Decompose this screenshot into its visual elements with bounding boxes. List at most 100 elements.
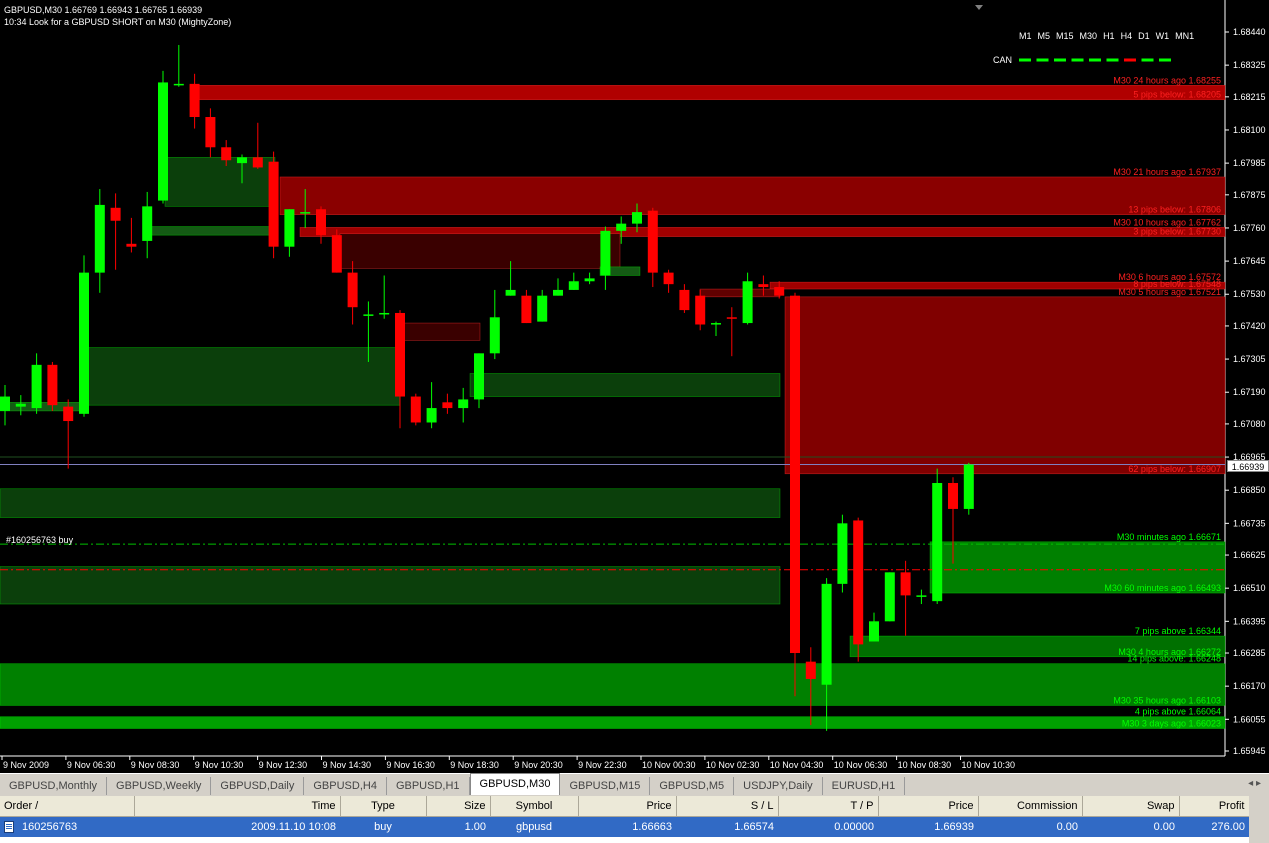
- tab-gbpusd-weekly[interactable]: GBPUSD,Weekly: [107, 777, 212, 795]
- candle-body: [869, 621, 879, 642]
- order-row[interactable]: 160256763 2009.11.10 10:08 buy 1.00 gbpusd 1.…: [0, 816, 1249, 837]
- tab-gbpusd-m5[interactable]: GBPUSD,M5: [650, 777, 735, 795]
- candle: [0, 385, 10, 426]
- candle: [489, 289, 500, 360]
- candle: [916, 589, 927, 605]
- candle: [94, 189, 105, 293]
- candle-body: [600, 230, 611, 276]
- zone-label-red: 5 pips below: 1.68205: [1133, 90, 1221, 100]
- candle-body: [379, 312, 390, 315]
- column-header[interactable]: Swap: [1082, 796, 1180, 817]
- column-header[interactable]: Price: [878, 796, 979, 817]
- price-tick-label: 1.67985: [1233, 158, 1266, 168]
- zone-label-green: 7 pips above 1.66344: [1135, 626, 1221, 636]
- price-tick-label: 1.67530: [1233, 289, 1266, 299]
- order-cell: 2009.11.10 10:08: [134, 816, 340, 837]
- candle-body: [331, 235, 342, 273]
- supply-zone-3: [339, 233, 621, 269]
- candle: [853, 517, 864, 662]
- order-cell: 0.00: [978, 816, 1082, 837]
- candle-body: [268, 161, 279, 247]
- candle: [15, 395, 26, 416]
- zone-label-green: 14 pips above: 1.66248: [1127, 654, 1221, 664]
- candle: [963, 462, 974, 515]
- tab-gbpusd-monthly[interactable]: GBPUSD,Monthly: [0, 777, 108, 795]
- candle-body: [963, 464, 974, 509]
- price-tick-label: 1.68440: [1233, 27, 1266, 37]
- supply-zone-7: [784, 296, 1226, 475]
- tab-gbpusd-m15[interactable]: GBPUSD,M15: [560, 777, 651, 795]
- column-header[interactable]: Price: [578, 796, 677, 817]
- candle: [584, 272, 595, 285]
- candle-body: [679, 289, 690, 311]
- demand-zone-7: [0, 566, 781, 605]
- zone-label-green: M30 35 hours ago 1.66103: [1113, 695, 1221, 705]
- candle-body: [790, 295, 800, 654]
- timeframe-label-m30: M30: [1079, 31, 1098, 41]
- tab-gbpusd-daily[interactable]: GBPUSD,Daily: [211, 777, 305, 795]
- candle-body: [932, 482, 943, 602]
- tab-usdjpy-daily[interactable]: USDJPY,Daily: [734, 777, 823, 795]
- order-cell: 1.66574: [676, 816, 778, 837]
- price-tick-label: 1.66735: [1233, 518, 1266, 528]
- candle-body: [300, 212, 311, 214]
- column-header[interactable]: S / L: [676, 796, 779, 817]
- column-header[interactable]: Profit: [1179, 796, 1250, 817]
- candle: [600, 226, 611, 290]
- candle: [331, 229, 342, 273]
- time-tick-label: 9 Nov 22:30: [578, 760, 627, 770]
- tab-eurusd-h1[interactable]: EURUSD,H1: [823, 777, 906, 795]
- column-header[interactable]: Type: [340, 796, 427, 817]
- chart-canvas[interactable]: M30 24 hours ago 1.68255 5 pips below: 1.…: [0, 0, 1269, 773]
- orders-table: Order / Time Type Size Symbol Price S / LT / P…: [0, 796, 1250, 837]
- tab-gbpusd-h4[interactable]: GBPUSD,H4: [304, 777, 387, 795]
- tab-gbpusd-h1[interactable]: GBPUSD,H1: [387, 777, 470, 795]
- terminal-scrollbar[interactable]: [1249, 796, 1269, 843]
- tab-scroll-arrows[interactable]: ◂ ▸: [1248, 778, 1261, 789]
- candle: [553, 278, 563, 296]
- order-cell: 0.00: [1082, 816, 1179, 837]
- column-header[interactable]: Order /: [0, 796, 135, 817]
- timeframe-label-h1: H1: [1103, 31, 1115, 41]
- price-tick-label: 1.66395: [1233, 616, 1266, 626]
- order-line-label: #160256763 buy: [6, 535, 74, 545]
- price-tick-label: 1.66850: [1233, 485, 1266, 495]
- candle: [900, 560, 911, 636]
- candle-body: [663, 272, 674, 285]
- candle: [347, 261, 358, 325]
- demand-zone-11: [0, 716, 1226, 729]
- price-tick-label: 1.67645: [1233, 256, 1266, 266]
- order-cell: 276.00: [1179, 816, 1249, 837]
- tab-gbpusd-m30[interactable]: GBPUSD,M30: [469, 773, 561, 795]
- column-header[interactable]: Commission: [978, 796, 1083, 817]
- candle-body: [173, 83, 184, 86]
- candle: [568, 272, 579, 290]
- candle-body: [711, 323, 721, 325]
- candle: [110, 193, 121, 270]
- candle-body: [442, 402, 453, 409]
- price-tick-label: 1.66625: [1233, 550, 1266, 560]
- candle-body: [916, 595, 927, 597]
- column-header[interactable]: T / P: [778, 796, 879, 817]
- column-header[interactable]: Symbol: [490, 796, 579, 817]
- candle: [521, 289, 532, 324]
- can-label: CAN: [993, 55, 1013, 65]
- candle-body: [110, 207, 121, 221]
- candle-body: [237, 157, 247, 164]
- candle: [47, 361, 58, 411]
- order-cell: 1.00: [426, 816, 490, 837]
- price-chart[interactable]: M30 24 hours ago 1.68255 5 pips below: 1.…: [0, 0, 1269, 773]
- candle-body: [537, 295, 548, 322]
- candle-body: [837, 523, 848, 584]
- candle: [158, 70, 168, 204]
- zone-label-red: M30 24 hours ago 1.68255: [1113, 75, 1221, 85]
- column-header[interactable]: Time: [134, 796, 341, 817]
- price-tick-label: 1.67760: [1233, 223, 1266, 233]
- candle-body: [189, 83, 200, 118]
- candle-body: [79, 272, 89, 414]
- time-tick-label: 9 Nov 10:30: [195, 760, 244, 770]
- candle: [458, 387, 469, 423]
- candle: [252, 122, 263, 169]
- candle-body: [758, 284, 769, 288]
- column-header[interactable]: Size: [426, 796, 491, 817]
